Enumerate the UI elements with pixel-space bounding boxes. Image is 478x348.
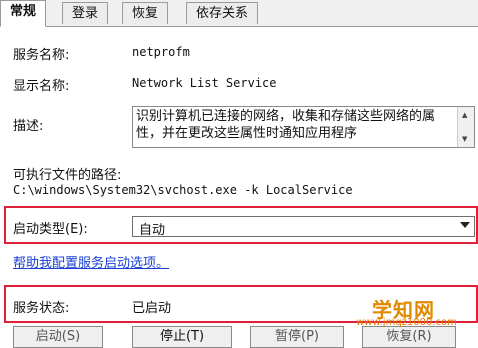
display-name-value: Network List Service xyxy=(132,76,277,90)
stop-button[interactable]: 停止(T) xyxy=(132,326,232,348)
description-box[interactable]: 识别计算机已连接的网络，收集和存储这些网络的属性，并在更改这些属性时通知应用程序… xyxy=(132,106,475,148)
help-configure-link[interactable]: 帮助我配置服务启动选项。 xyxy=(13,252,169,271)
service-name-value: netprofm xyxy=(132,45,190,59)
exe-path-value: C:\windows\System32\svchost.exe -k Local… xyxy=(13,183,353,197)
service-name-label: 服务名称: xyxy=(13,48,70,63)
pause-button[interactable]: 暂停(P) xyxy=(250,326,344,348)
tab-logon[interactable]: 登录 xyxy=(62,2,109,24)
display-name-label: 显示名称: xyxy=(13,79,70,94)
tab-dependencies[interactable]: 依存关系 xyxy=(186,2,259,24)
tab-recovery[interactable]: 恢复 xyxy=(122,2,169,24)
chevron-down-icon[interactable] xyxy=(460,222,470,228)
scroll-down-icon[interactable]: ▼ xyxy=(462,135,467,143)
watermark-url: www.jmqz1000.com xyxy=(356,317,457,328)
description-text: 识别计算机已连接的网络，收集和存储这些网络的属性，并在更改这些属性时通知应用程序 xyxy=(136,109,436,141)
description-scrollbar[interactable]: ▲ ▼ xyxy=(457,107,474,147)
scroll-up-icon[interactable]: ▲ xyxy=(462,111,467,119)
startup-type-label: 启动类型(E): xyxy=(13,222,88,237)
description-label: 描述: xyxy=(13,119,44,134)
start-button[interactable]: 启动(S) xyxy=(13,326,103,348)
tab-bar: 常规 登录 恢复 依存关系 xyxy=(0,0,478,27)
startup-type-value: 自动 xyxy=(139,223,166,238)
resume-button[interactable]: 恢复(R) xyxy=(362,326,456,348)
service-status-label: 服务状态: xyxy=(13,301,70,316)
service-status-value: 已启动 xyxy=(132,301,172,316)
tab-general[interactable]: 常规 xyxy=(0,0,47,27)
startup-type-select[interactable]: 自动 xyxy=(132,216,475,238)
exe-path-label: 可执行文件的路径: xyxy=(13,168,122,183)
